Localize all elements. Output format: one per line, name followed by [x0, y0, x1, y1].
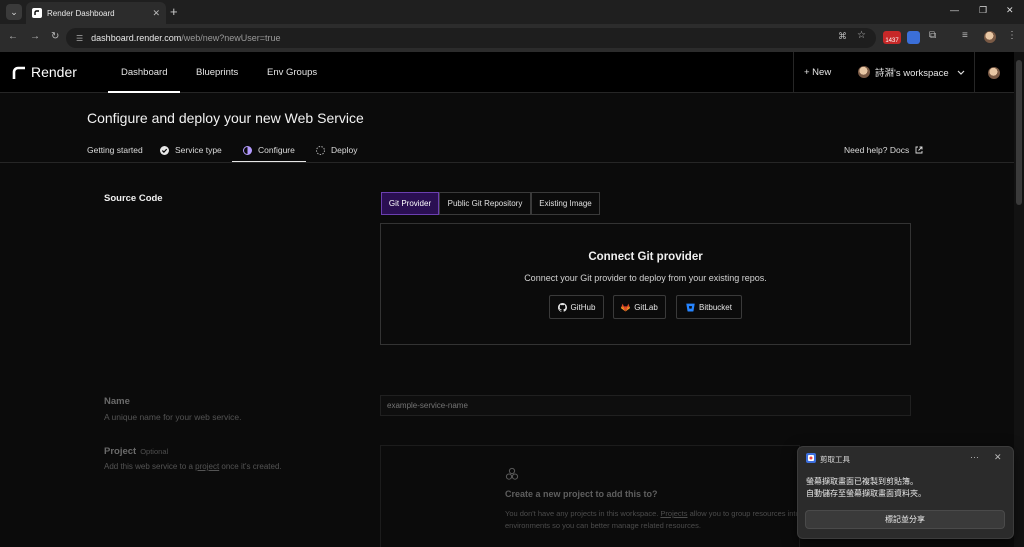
site-info-icon[interactable]: ☰ [76, 34, 83, 43]
brand-name: Render [31, 64, 77, 80]
reload-icon[interactable]: ↻ [51, 31, 59, 42]
check-circle-icon [160, 145, 169, 155]
step-service-type[interactable]: Service type [160, 145, 222, 155]
connect-git-provider-panel [380, 223, 911, 345]
render-favicon-icon [32, 8, 42, 18]
mark-and-share-button[interactable]: 標記並分享 [805, 510, 1005, 529]
gitlab-icon [621, 303, 631, 311]
projects-link[interactable]: Projects [660, 509, 687, 518]
bitbucket-button[interactable]: Bitbucket [676, 295, 742, 319]
toast-message-line1: 螢幕擷取畫面已複製到剪貼簿。 [806, 477, 918, 486]
forward-icon[interactable]: → [30, 31, 40, 42]
nav-divider [793, 52, 794, 93]
create-project-description: You don't have any projects in this work… [505, 508, 805, 532]
gitlab-label: GitLab [634, 302, 658, 312]
tab-public-git-repository[interactable]: Public Git Repository [439, 192, 531, 215]
dashed-circle-icon [316, 145, 325, 155]
toast-app-name: 剪取工具 [820, 455, 850, 464]
minimize-icon[interactable]: — [950, 5, 959, 15]
media-queue-icon[interactable]: ≡ [962, 30, 968, 41]
new-button[interactable]: + New [804, 67, 831, 78]
project-label-text: Project [104, 446, 137, 457]
window-close-icon[interactable]: ✕ [1006, 5, 1014, 16]
render-logo-icon [12, 66, 25, 79]
project-help-post: once it's created. [219, 462, 282, 471]
project-help-pre: Add this web service to a [104, 462, 196, 471]
workspace-switcher[interactable]: 詩淵's workspace [858, 65, 965, 79]
gitlab-button[interactable]: GitLab [613, 295, 666, 319]
step-getting-started[interactable]: Getting started [87, 145, 143, 155]
tab-close-icon[interactable]: ✕ [152, 8, 160, 19]
tab-existing-image[interactable]: Existing Image [531, 192, 600, 215]
extension-badge-count: 1437 [885, 38, 899, 44]
github-button[interactable]: GitHub [549, 295, 604, 319]
url-path: /web/new?newUser=true [181, 33, 281, 43]
connect-git-description: Connect your Git provider to deploy from… [524, 273, 767, 283]
external-link-icon [915, 146, 923, 154]
step-label: Getting started [87, 145, 143, 155]
project-circles-icon [505, 467, 519, 480]
scrollbar-thumb[interactable] [1016, 60, 1022, 205]
page-title: Configure and deploy your new Web Servic… [87, 110, 364, 126]
back-icon[interactable]: ← [8, 31, 18, 42]
connect-git-title: Connect Git provider [588, 251, 703, 263]
tab-git-provider[interactable]: Git Provider [381, 192, 439, 215]
project-label: Project Optional [104, 446, 168, 457]
step-label: Service type [175, 145, 222, 155]
source-code-label: Source Code [104, 193, 163, 204]
browser-tab[interactable]: Render Dashboard ✕ [26, 2, 166, 24]
bookmark-star-icon[interactable]: ☆ [857, 30, 866, 41]
url-host: dashboard.render.com [91, 33, 182, 43]
help-docs-link[interactable]: Need help? Docs [844, 145, 923, 155]
github-label: GitHub [570, 302, 596, 312]
new-tab-icon[interactable]: + [170, 4, 178, 19]
project-desc-pre: You don't have any projects in this work… [505, 509, 661, 518]
browser-menu-icon[interactable]: ⋮ [1007, 30, 1017, 41]
nav-divider [974, 52, 975, 93]
toast-close-icon[interactable]: ✕ [994, 452, 1002, 463]
extensions-puzzle-icon[interactable]: ⧉ [929, 30, 936, 41]
name-help-text: A unique name for your web service. [104, 412, 242, 422]
service-name-input[interactable] [380, 395, 911, 416]
tab-search-icon[interactable]: ⌄ [6, 4, 22, 20]
half-circle-icon [243, 145, 252, 155]
step-label: Deploy [331, 145, 358, 155]
render-logo[interactable]: Render [12, 64, 77, 80]
project-help-link[interactable]: project [195, 462, 219, 471]
nav-env-groups[interactable]: Env Groups [267, 67, 317, 78]
project-help-text: Add this web service to a project once i… [104, 462, 282, 471]
bitbucket-icon [686, 303, 695, 311]
toast-more-icon[interactable]: ··· [970, 452, 979, 462]
step-label: Configure [258, 145, 295, 155]
translate-icon[interactable]: ⌘ [838, 31, 847, 42]
active-nav-indicator [108, 91, 180, 93]
restore-icon[interactable]: ❐ [979, 5, 987, 16]
create-project-title: Create a new project to add this to? [505, 489, 658, 499]
extension-translate-icon[interactable] [907, 31, 920, 44]
toast-message-line2: 自動儲存至螢幕擷取畫面資料夾。 [806, 489, 926, 498]
step-configure[interactable]: Configure [243, 145, 295, 155]
step-deploy[interactable]: Deploy [316, 145, 357, 155]
extension-badge-icon[interactable]: 1437 [883, 31, 901, 44]
user-avatar[interactable] [988, 67, 1000, 79]
snipping-tool-icon [806, 453, 816, 463]
chevron-down-icon [957, 70, 965, 75]
name-label: Name [104, 396, 130, 407]
address-bar[interactable]: ☰ dashboard.render.com/web/new?newUser=t… [66, 28, 876, 48]
bitbucket-label: Bitbucket [699, 302, 732, 312]
nav-dashboard[interactable]: Dashboard [121, 67, 167, 78]
nav-blueprints[interactable]: Blueprints [196, 67, 238, 78]
workspace-name: 詩淵's workspace [875, 68, 949, 79]
steps-divider [0, 162, 1014, 163]
project-optional-tag: Optional [140, 447, 169, 456]
tab-title: Render Dashboard [47, 8, 115, 18]
help-docs-label: Need help? Docs [844, 145, 910, 155]
workspace-avatar [858, 66, 870, 78]
github-icon [557, 302, 567, 312]
browser-profile-avatar[interactable] [984, 31, 996, 43]
